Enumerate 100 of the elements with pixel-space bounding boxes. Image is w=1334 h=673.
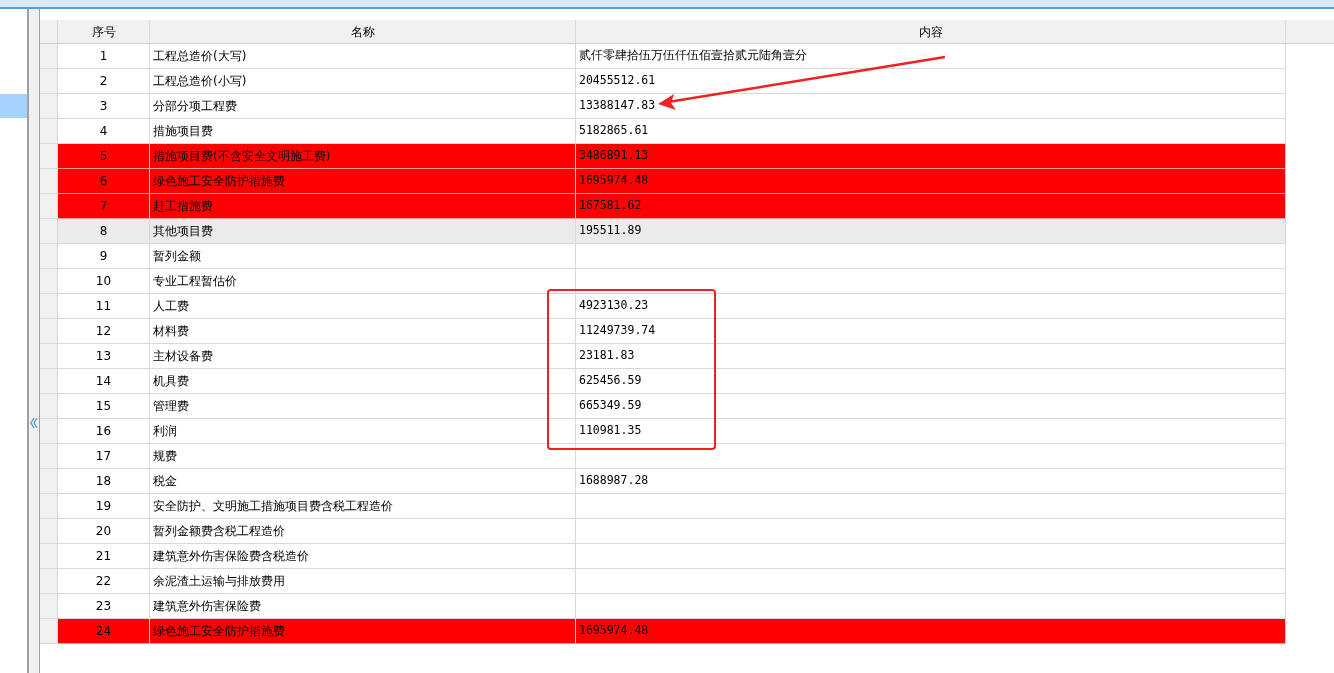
table-cell: 1688987.28 bbox=[576, 469, 1286, 493]
table-row[interactable]: 14 机具费 625456.59 bbox=[58, 369, 1286, 394]
collapse-icon[interactable] bbox=[30, 417, 38, 429]
table-cell: 14 bbox=[58, 369, 150, 393]
table-cell: 3486891.13 bbox=[576, 144, 1286, 168]
table-row[interactable]: 20 暂列金额费含税工程造价 bbox=[58, 519, 1286, 544]
side-panel-item[interactable] bbox=[0, 94, 27, 118]
table-cell: 5 bbox=[58, 144, 150, 168]
row-header[interactable] bbox=[40, 219, 58, 244]
table-cell: 规费 bbox=[150, 444, 576, 468]
table-row[interactable]: 4 措施项目费 5182865.61 bbox=[58, 119, 1286, 144]
table-cell: 人工费 bbox=[150, 294, 576, 318]
row-header[interactable] bbox=[40, 394, 58, 419]
table-cell: 绿色施工安全防护措施费 bbox=[150, 169, 576, 193]
table-cell: 21 bbox=[58, 544, 150, 568]
table-row[interactable]: 18 税金 1688987.28 bbox=[58, 469, 1286, 494]
table-row[interactable]: 9 暂列金额 bbox=[58, 244, 1286, 269]
table-cell: 1 bbox=[58, 44, 150, 68]
table-cell: 16 bbox=[58, 419, 150, 443]
table-row[interactable]: 17 规费 bbox=[58, 444, 1286, 469]
row-header[interactable] bbox=[40, 594, 58, 619]
column-header: 序号 bbox=[58, 20, 150, 43]
table-cell: 20 bbox=[58, 519, 150, 543]
table-row[interactable]: 7 赶工措施费 167581.62 bbox=[58, 194, 1286, 219]
table-cell: 11249739.74 bbox=[576, 319, 1286, 343]
table-cell: 13 bbox=[58, 344, 150, 368]
table-cell: 税金 bbox=[150, 469, 576, 493]
table-row[interactable]: 16 利润 110981.35 bbox=[58, 419, 1286, 444]
table-row[interactable]: 19 安全防护、文明施工措施项目费含税工程造价 bbox=[58, 494, 1286, 519]
table-row[interactable]: 10 专业工程暂估价 bbox=[58, 269, 1286, 294]
table-row[interactable]: 21 建筑意外伤害保险费含税造价 bbox=[58, 544, 1286, 569]
row-header[interactable] bbox=[40, 619, 58, 644]
row-header[interactable] bbox=[40, 319, 58, 344]
table-cell: 利润 bbox=[150, 419, 576, 443]
table-cell: 10 bbox=[58, 269, 150, 293]
table-row[interactable]: 12 材料费 11249739.74 bbox=[58, 319, 1286, 344]
row-header[interactable] bbox=[40, 69, 58, 94]
table-cell: 分部分项工程费 bbox=[150, 94, 576, 118]
table-cell: 23 bbox=[58, 594, 150, 618]
row-header[interactable] bbox=[40, 119, 58, 144]
table-row[interactable]: 1 工程总造价(大写) 贰仟零肆拾伍万伍仟伍佰壹拾贰元陆角壹分 bbox=[58, 44, 1286, 69]
table-cell: 暂列金额费含税工程造价 bbox=[150, 519, 576, 543]
table-cell: 6 bbox=[58, 169, 150, 193]
table-cell: 665349.59 bbox=[576, 394, 1286, 418]
row-header[interactable] bbox=[40, 244, 58, 269]
row-header[interactable] bbox=[40, 169, 58, 194]
table-cell: 工程总造价(大写) bbox=[150, 44, 576, 68]
table-cell: 余泥渣土运输与排放费用 bbox=[150, 569, 576, 593]
table-cell: 安全防护、文明施工措施项目费含税工程造价 bbox=[150, 494, 576, 518]
table-cell: 材料费 bbox=[150, 319, 576, 343]
row-header[interactable] bbox=[40, 344, 58, 369]
table-cell: 贰仟零肆拾伍万伍仟伍佰壹拾贰元陆角壹分 bbox=[576, 44, 1286, 68]
table-cell: 7 bbox=[58, 194, 150, 218]
table-row[interactable]: 24 绿色施工安全防护措施费 1695974.48 bbox=[58, 619, 1286, 644]
table-cell: 1695974.48 bbox=[576, 169, 1286, 193]
row-header[interactable] bbox=[40, 494, 58, 519]
table-row[interactable]: 15 管理费 665349.59 bbox=[58, 394, 1286, 419]
table-cell: 12 bbox=[58, 319, 150, 343]
table-cell: 主材设备费 bbox=[150, 344, 576, 368]
row-header[interactable] bbox=[40, 569, 58, 594]
table-cell: 4 bbox=[58, 119, 150, 143]
table-cell: 4923130.23 bbox=[576, 294, 1286, 318]
table-cell: 工程总造价(小写) bbox=[150, 69, 576, 93]
row-header[interactable] bbox=[40, 419, 58, 444]
table-row[interactable]: 22 余泥渣土运输与排放费用 bbox=[58, 569, 1286, 594]
table-cell: 建筑意外伤害保险费含税造价 bbox=[150, 544, 576, 568]
table-cell: 20455512.61 bbox=[576, 69, 1286, 93]
row-header[interactable] bbox=[40, 144, 58, 169]
table-cell: 11 bbox=[58, 294, 150, 318]
row-header[interactable] bbox=[40, 269, 58, 294]
row-header[interactable] bbox=[40, 519, 58, 544]
table-cell: 23181.83 bbox=[576, 344, 1286, 368]
row-header[interactable] bbox=[40, 369, 58, 394]
table-cell: 19 bbox=[58, 494, 150, 518]
table-row[interactable]: 11 人工费 4923130.23 bbox=[58, 294, 1286, 319]
table-cell: 15 bbox=[58, 394, 150, 418]
row-header[interactable] bbox=[40, 194, 58, 219]
row-header[interactable] bbox=[40, 294, 58, 319]
table-cell: 措施项目费 bbox=[150, 119, 576, 143]
table-row[interactable]: 5 措施项目费(不含安全文明施工费) 3486891.13 bbox=[58, 144, 1286, 169]
table-row[interactable]: 2 工程总造价(小写) 20455512.61 bbox=[58, 69, 1286, 94]
table-cell: 110981.35 bbox=[576, 419, 1286, 443]
table-cell: 绿色施工安全防护措施费 bbox=[150, 619, 576, 643]
table-cell: 18 bbox=[58, 469, 150, 493]
row-header[interactable] bbox=[40, 44, 58, 69]
table-cell: 措施项目费(不含安全文明施工费) bbox=[150, 144, 576, 168]
row-header[interactable] bbox=[40, 444, 58, 469]
row-header[interactable] bbox=[40, 94, 58, 119]
row-header[interactable] bbox=[40, 469, 58, 494]
table-row[interactable]: 8 其他项目费 195511.89 bbox=[58, 219, 1286, 244]
table-cell: 195511.89 bbox=[576, 219, 1286, 243]
table-cell: 赶工措施费 bbox=[150, 194, 576, 218]
row-header[interactable] bbox=[40, 544, 58, 569]
table-cell: 8 bbox=[58, 219, 150, 243]
table-cell: 625456.59 bbox=[576, 369, 1286, 393]
table-row[interactable]: 3 分部分项工程费 13388147.83 bbox=[58, 94, 1286, 119]
table-row[interactable]: 13 主材设备费 23181.83 bbox=[58, 344, 1286, 369]
table-row[interactable]: 6 绿色施工安全防护措施费 1695974.48 bbox=[58, 169, 1286, 194]
table-row[interactable]: 23 建筑意外伤害保险费 bbox=[58, 594, 1286, 619]
table-cell: 167581.62 bbox=[576, 194, 1286, 218]
